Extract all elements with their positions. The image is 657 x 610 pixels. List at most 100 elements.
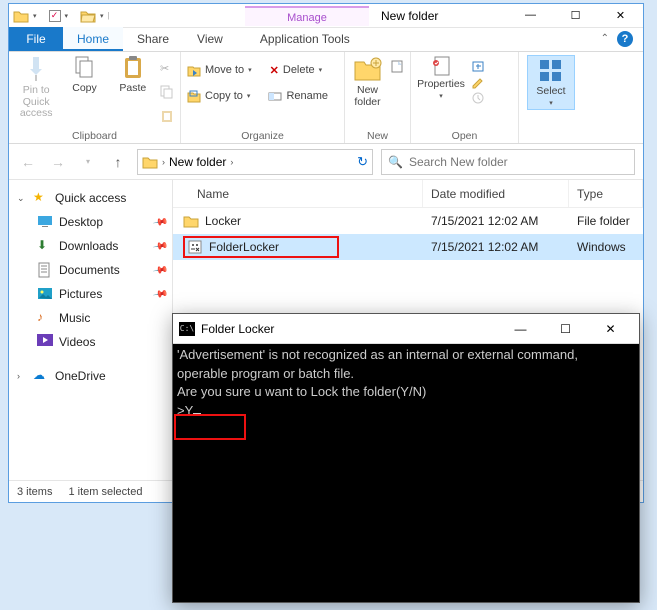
forward-button[interactable]: → xyxy=(47,151,69,173)
close-button[interactable]: ✕ xyxy=(598,4,643,26)
new-folder-label: New folder xyxy=(354,85,380,108)
console-maximize-button[interactable]: ☐ xyxy=(543,315,588,343)
console-text: 'Advertisement' is not recognized as an … xyxy=(177,347,578,418)
select-button[interactable]: Select ▾ xyxy=(527,55,575,110)
chevron-down-icon[interactable]: ⌄ xyxy=(17,193,27,204)
pin-icon: 📌 xyxy=(152,238,169,254)
open-group-label: Open xyxy=(417,128,512,142)
copy-button[interactable]: Copy xyxy=(63,55,105,95)
sidebar-onedrive-label: OneDrive xyxy=(55,369,106,383)
history-icon[interactable] xyxy=(471,91,485,105)
clipboard-group-label: Clipboard xyxy=(15,128,174,142)
up-button[interactable]: ↑ xyxy=(107,151,129,173)
qat-open-icon[interactable] xyxy=(80,9,96,23)
qat-checkbox-dropdown-icon[interactable]: ▾ xyxy=(65,12,69,20)
ribbon: Pin to Quick access Copy Paste ✂ Clipboa… xyxy=(9,52,643,144)
downloads-icon: ⬇ xyxy=(37,238,53,254)
file-row[interactable]: Locker 7/15/2021 12:02 AM File folder xyxy=(173,208,643,234)
qat-open-dropdown-icon[interactable]: ▾ xyxy=(100,12,104,20)
sidebar-item-pictures[interactable]: Pictures 📌 xyxy=(9,282,172,306)
properties-dropdown-icon[interactable]: ▾ xyxy=(439,93,443,101)
sidebar-item-music[interactable]: ♪ Music xyxy=(9,306,172,330)
new-folder-icon xyxy=(353,55,383,83)
sidebar-item-downloads[interactable]: ⬇ Downloads 📌 xyxy=(9,234,172,258)
context-tab-label: Manage xyxy=(245,6,369,26)
qat-folder-dropdown-icon[interactable]: ▾ xyxy=(33,12,37,20)
ribbon-group-new: New folder New xyxy=(345,52,411,143)
videos-icon xyxy=(37,334,53,350)
search-input[interactable] xyxy=(409,155,628,169)
file-name: FolderLocker xyxy=(209,240,279,254)
copy-to-button[interactable]: Copy to▾ xyxy=(187,85,250,107)
pin-to-quick-access-button[interactable]: Pin to Quick access xyxy=(15,55,57,120)
sidebar-quick-access[interactable]: ⌄ ★ Quick access xyxy=(9,186,172,210)
column-name[interactable]: Name xyxy=(173,180,423,207)
tab-home[interactable]: Home xyxy=(63,27,123,51)
sidebar-item-label: Videos xyxy=(59,335,95,349)
sidebar-item-videos[interactable]: Videos xyxy=(9,330,172,354)
move-to-button[interactable]: Move to▾ xyxy=(187,59,252,81)
new-item-icon[interactable] xyxy=(390,59,404,73)
breadcrumb-folder[interactable]: New folder xyxy=(169,155,226,169)
sidebar: ⌄ ★ Quick access Desktop 📌 ⬇ Downloads 📌… xyxy=(9,180,173,480)
scissors-icon: ✂ xyxy=(160,62,169,75)
paste-label: Paste xyxy=(119,83,146,95)
file-row-selected[interactable]: FolderLocker 7/15/2021 12:02 AM Windows xyxy=(173,234,643,260)
copy-path-button[interactable] xyxy=(160,81,174,103)
paste-shortcut-button[interactable] xyxy=(160,105,174,127)
file-type: File folder xyxy=(569,214,643,228)
tab-application-tools[interactable]: Application Tools xyxy=(243,27,367,51)
select-dropdown-icon[interactable]: ▾ xyxy=(549,100,553,108)
cloud-icon: ☁ xyxy=(33,368,49,384)
delete-label: Delete xyxy=(283,64,315,76)
sidebar-item-documents[interactable]: Documents 📌 xyxy=(9,258,172,282)
minimize-button[interactable]: — xyxy=(508,4,553,26)
new-folder-button[interactable]: New folder xyxy=(351,55,384,108)
highlight-box xyxy=(174,414,246,440)
sidebar-onedrive[interactable]: › ☁ OneDrive xyxy=(9,364,172,388)
ribbon-group-clipboard: Pin to Quick access Copy Paste ✂ Clipboa… xyxy=(9,52,181,143)
sidebar-item-desktop[interactable]: Desktop 📌 xyxy=(9,210,172,234)
star-icon: ★ xyxy=(33,190,49,206)
cut-button[interactable]: ✂ xyxy=(160,57,174,79)
refresh-button[interactable]: ↻ xyxy=(357,154,368,170)
documents-icon xyxy=(37,262,53,278)
breadcrumb-chevron-icon[interactable]: › xyxy=(230,157,233,167)
paste-icon xyxy=(122,55,144,81)
organize-group-label: Organize xyxy=(187,128,338,142)
help-icon[interactable]: ? xyxy=(617,31,633,47)
address-bar[interactable]: › New folder › ↻ xyxy=(137,149,373,175)
breadcrumb-root-chevron-icon[interactable]: › xyxy=(162,157,165,167)
console-minimize-button[interactable]: — xyxy=(498,315,543,343)
address-folder-icon xyxy=(142,155,158,169)
ribbon-collapse-icon[interactable]: ⌃ xyxy=(601,33,609,44)
column-type[interactable]: Type xyxy=(569,180,643,207)
recent-locations-button[interactable]: ▾ xyxy=(77,151,99,173)
console-close-button[interactable]: ✕ xyxy=(588,315,633,343)
pin-label: Pin to Quick access xyxy=(15,85,57,120)
tab-share[interactable]: Share xyxy=(123,27,183,51)
console-title-bar[interactable]: C:\ Folder Locker — ☐ ✕ xyxy=(173,314,639,344)
select-group-label xyxy=(525,140,577,142)
console-title: Folder Locker xyxy=(201,322,274,336)
properties-button[interactable]: Properties ▾ xyxy=(417,55,465,100)
column-date[interactable]: Date modified xyxy=(423,180,569,207)
tab-file[interactable]: File xyxy=(9,27,63,51)
rename-button[interactable]: Rename xyxy=(268,85,328,107)
file-name: Locker xyxy=(205,214,241,228)
properties-label: Properties xyxy=(417,79,465,91)
ribbon-group-select: Select ▾ xyxy=(519,52,583,143)
paste-button[interactable]: Paste xyxy=(112,55,154,95)
open-icon[interactable] xyxy=(471,59,485,73)
edit-icon[interactable] xyxy=(471,75,485,89)
back-button[interactable]: ← xyxy=(17,151,39,173)
qat-folder-icon[interactable] xyxy=(13,9,29,23)
search-box[interactable]: 🔍 xyxy=(381,149,635,175)
console-body[interactable]: 'Advertisement' is not recognized as an … xyxy=(173,344,639,602)
tab-view[interactable]: View xyxy=(183,27,237,51)
delete-button[interactable]: ✕ Delete▾ xyxy=(270,59,323,81)
qat-checkbox-icon[interactable]: ✓ xyxy=(49,10,61,22)
chevron-right-icon[interactable]: › xyxy=(17,371,27,381)
maximize-button[interactable]: ☐ xyxy=(553,4,598,26)
ribbon-group-open: Properties ▾ Open xyxy=(411,52,519,143)
